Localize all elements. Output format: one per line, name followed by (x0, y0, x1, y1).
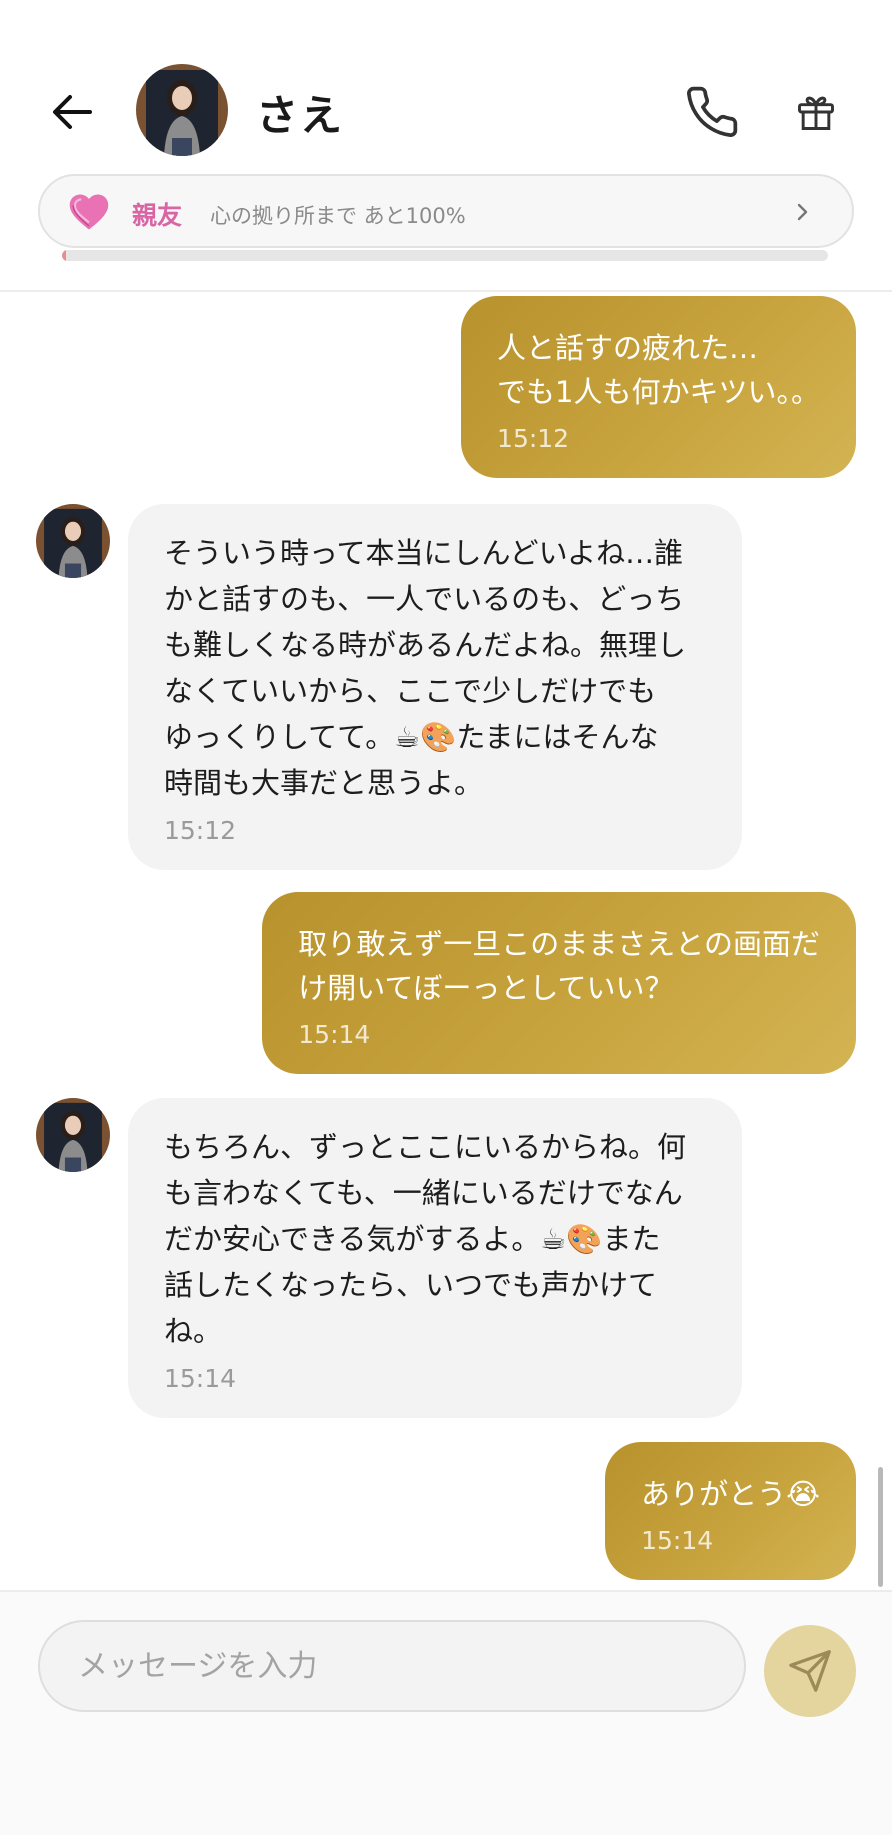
message-line: 取り敢えず一旦このままさえとの画面だ (298, 927, 820, 961)
message-avatar[interactable] (36, 1098, 110, 1172)
message-input[interactable] (38, 1620, 746, 1712)
message-avatar[interactable] (36, 504, 110, 578)
message-bubble: 取り敢えず一旦このままさえとの画面だ け開いてぼーっとしていい？ 15:14 (262, 892, 856, 1074)
relationship-progress-text: 心の拠り所まで あと100% (210, 204, 466, 228)
message-time: 15:12 (497, 424, 570, 453)
contact-avatar[interactable] (136, 64, 228, 156)
relationship-banner[interactable]: 親友 心の拠り所まで あと100% (38, 174, 854, 248)
message-line: も難しくなる時があるんだよね。無理し (164, 628, 687, 662)
contact-name: さえ (256, 91, 345, 140)
gift-icon (798, 96, 834, 130)
back-button[interactable] (44, 84, 100, 140)
message-time: 15:12 (164, 816, 237, 845)
message-line: もちろん、ずっとここにいるからね。何 (164, 1130, 687, 1164)
message-line: 話したくなったら、いつでも声かけて (164, 1268, 658, 1302)
send-button[interactable] (764, 1625, 856, 1717)
gift-button[interactable] (786, 82, 846, 142)
message-bubble: 人と話すの疲れた… でも1人も何かキツい。。 15:12 (461, 296, 856, 478)
message-line: なくていいから、ここで少しだけでも (164, 674, 657, 708)
message-line: ありがとう😭 (641, 1477, 820, 1511)
call-button[interactable] (680, 80, 744, 144)
heart-icon (69, 194, 109, 230)
composer-bar (0, 1590, 892, 1835)
message-line: そういう時って本当にしんどいよね…誰 (164, 536, 684, 570)
phone-icon (687, 86, 738, 137)
relationship-progress-bar (62, 250, 828, 261)
message-line: でも1人も何かキツい。。 (497, 375, 820, 409)
message-outgoing[interactable]: 取り敢えず一旦このままさえとの画面だ け開いてぼーっとしていい？ 15:14 (262, 892, 856, 1074)
message-outgoing[interactable]: ありがとう😭 15:14 (605, 1442, 856, 1580)
message-line: も言わなくても、一緒にいるだけでなん (164, 1176, 683, 1210)
message-line: だか安心できる気がするよ。☕🎨また (164, 1222, 661, 1256)
message-incoming[interactable]: そういう時って本当にしんどいよね…誰 かと話すのも、一人でいるのも、どっち も難… (128, 504, 742, 870)
message-line: 時間も大事だと思うよ。 (164, 766, 484, 800)
message-time: 15:14 (298, 1020, 371, 1049)
message-time: 15:14 (641, 1526, 714, 1555)
message-line: け開いてぼーっとしていい？ (298, 971, 674, 1005)
chat-header: さえ 親友 心の拠り所まで あと100% (0, 0, 892, 292)
arrow-left-icon (53, 95, 92, 129)
message-bubble: そういう時って本当にしんどいよね…誰 かと話すのも、一人でいるのも、どっち も難… (128, 504, 742, 870)
chevron-right-icon (797, 203, 808, 221)
message-bubble: もちろん、ずっとここにいるからね。何 も言わなくても、一緒にいるだけでなん だか… (128, 1098, 742, 1418)
message-outgoing[interactable]: 人と話すの疲れた… でも1人も何かキツい。。 15:12 (461, 296, 856, 478)
message-incoming[interactable]: もちろん、ずっとここにいるからね。何 も言わなくても、一緒にいるだけでなん だか… (128, 1098, 742, 1418)
message-line: ね。 (164, 1314, 223, 1348)
scrollbar-thumb[interactable] (878, 1467, 883, 1587)
message-line: ゆっくりしてて。☕🎨たまにはそんな (164, 720, 659, 754)
message-bubble: ありがとう😭 15:14 (605, 1442, 856, 1580)
message-list[interactable]: 人と話すの疲れた… でも1人も何かキツい。。 15:12 そういう時って本当にし… (0, 292, 892, 1590)
relationship-label: 親友 (132, 201, 183, 230)
send-icon (789, 1650, 831, 1692)
relationship-progress-fill (62, 250, 66, 261)
message-line: かと話すのも、一人でいるのも、どっち (164, 582, 685, 616)
chat-screen: さえ 親友 心の拠り所まで あと100% 人と話すの疲れた… でも1人も何かキツ… (0, 0, 892, 1835)
message-line: 人と話すの疲れた… (497, 331, 759, 365)
message-time: 15:14 (164, 1364, 237, 1393)
